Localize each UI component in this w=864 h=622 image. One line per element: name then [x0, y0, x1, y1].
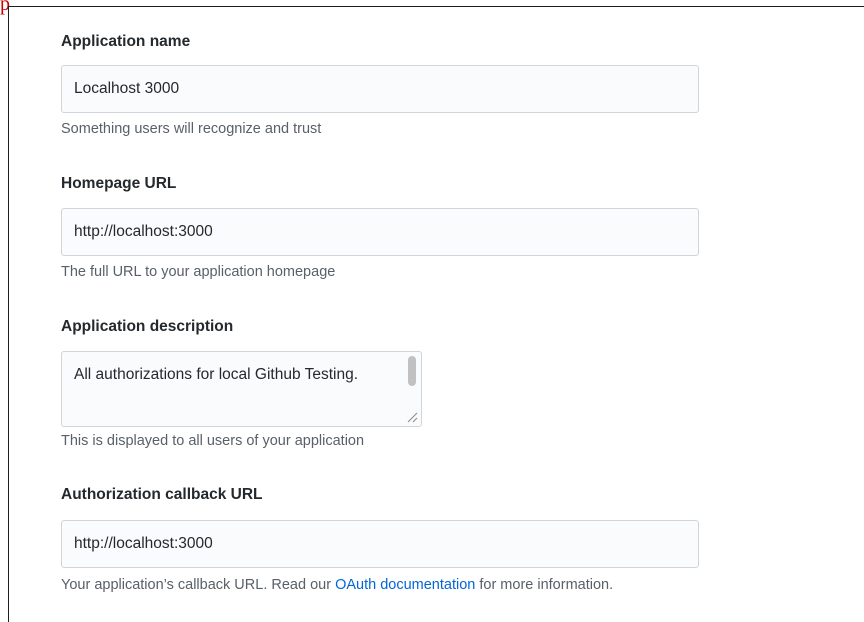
app-name-input[interactable]: Localhost 3000 [61, 65, 699, 113]
callback-hint-prefix: Your application’s callback URL. Read ou… [61, 577, 336, 593]
resize-handle-icon[interactable] [405, 410, 419, 424]
app-name-hint: Something users will recognize and trust [61, 121, 322, 137]
homepage-url-hint: The full URL to your application homepag… [61, 264, 336, 280]
callback-url-label: Authorization callback URL [61, 486, 263, 503]
top-border [8, 6, 864, 7]
description-text: All authorizations for local Github Test… [74, 366, 359, 383]
description-group: Application description All authorizatio… [61, 315, 422, 451]
homepage-url-group: Homepage URL http://localhost:3000 The f… [61, 172, 699, 282]
app-name-group: Application name Localhost 3000 Somethin… [61, 30, 699, 139]
oauth-documentation-link[interactable]: OAuth documentation [335, 577, 475, 593]
callback-hint-suffix: for more information. [475, 577, 614, 593]
homepage-url-input[interactable]: http://localhost:3000 [61, 208, 699, 256]
homepage-url-label: Homepage URL [61, 175, 177, 192]
description-textarea[interactable]: All authorizations for local Github Test… [61, 351, 422, 427]
left-border [8, 6, 9, 622]
callback-url-hint: Your application’s callback URL. Read ou… [61, 575, 699, 595]
description-scrollbar-thumb[interactable] [408, 356, 416, 386]
app-name-label: Application name [61, 33, 191, 50]
description-scrollbar[interactable] [404, 353, 420, 401]
description-hint: This is displayed to all users of your a… [61, 433, 365, 449]
callback-url-group: Authorization callback URL http://localh… [61, 483, 699, 595]
callback-url-input[interactable]: http://localhost:3000 [61, 520, 699, 568]
description-label: Application description [61, 318, 234, 335]
